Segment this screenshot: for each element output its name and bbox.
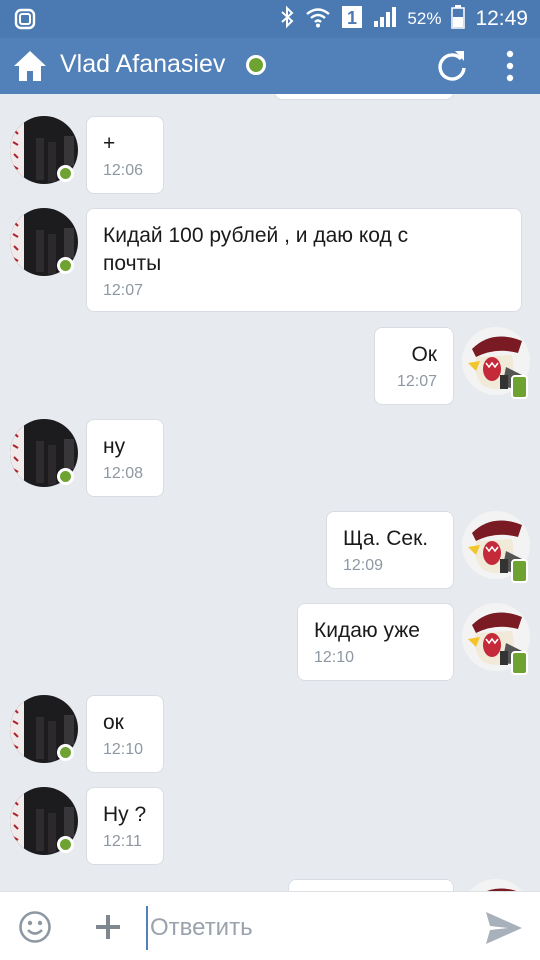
send-button[interactable] xyxy=(484,910,524,946)
online-indicator xyxy=(57,257,74,274)
message-time: 12:10 xyxy=(314,649,355,666)
sim-number: 1 xyxy=(347,8,357,28)
message-text: Ок xyxy=(411,343,437,366)
message-bubble[interactable]: Кидай 100 рублей , и даю код с почты 12:… xyxy=(86,208,522,312)
emoji-button[interactable] xyxy=(18,910,52,944)
refresh-button[interactable] xyxy=(434,48,470,84)
emoji-icon xyxy=(19,911,51,943)
app-bar: Vlad Afanasiev xyxy=(0,38,540,94)
online-indicator xyxy=(57,468,74,485)
mobile-online-indicator xyxy=(511,559,528,583)
message-bubble[interactable]: Кидаю уже 12:10 xyxy=(297,603,454,681)
message-text: ок xyxy=(103,711,124,734)
bluetooth-icon xyxy=(279,5,295,34)
plus-icon xyxy=(96,915,120,939)
reply-input[interactable] xyxy=(146,906,456,950)
send-icon xyxy=(486,912,522,944)
message-bubble[interactable]: Ща. Сек. 12:09 xyxy=(326,511,454,589)
message-bubble[interactable]: ок 12:10 xyxy=(86,695,164,773)
message-time: 12:08 xyxy=(103,465,144,482)
message-time: 12:10 xyxy=(103,741,144,758)
attach-button[interactable] xyxy=(92,911,124,943)
message-bubble-partial xyxy=(274,94,454,100)
battery-icon xyxy=(451,4,466,34)
message-text: Кидаю уже xyxy=(314,619,420,642)
message-time: 12:07 xyxy=(103,282,144,299)
chat-title[interactable]: Vlad Afanasiev xyxy=(60,50,225,79)
message-time: 12:07 xyxy=(396,373,437,390)
clock: 12:49 xyxy=(475,7,528,30)
signal-icon xyxy=(373,6,397,33)
message-bubble[interactable]: Ок 12:07 xyxy=(374,327,454,405)
sim-icon: 1 xyxy=(341,5,363,34)
message-bubble[interactable]: Ну ? 12:11 xyxy=(86,787,164,865)
message-text: Ща. Сек. xyxy=(343,527,429,550)
online-indicator xyxy=(57,744,74,761)
mobile-online-indicator xyxy=(511,651,528,675)
message-time: 12:06 xyxy=(103,162,144,179)
home-icon xyxy=(14,51,46,81)
my-avatar-partial xyxy=(462,879,530,891)
more-button[interactable] xyxy=(496,48,524,84)
online-indicator xyxy=(57,836,74,853)
wifi-icon xyxy=(305,6,331,33)
message-text: + xyxy=(103,132,116,155)
more-vert-icon xyxy=(506,50,514,82)
message-text: ну xyxy=(103,435,126,458)
home-button[interactable] xyxy=(12,48,48,84)
message-text: Кидай 100 рублей , и даю код с xyxy=(103,224,409,247)
title-online-indicator xyxy=(246,55,266,75)
battery-percent: 52% xyxy=(407,9,442,28)
online-indicator xyxy=(57,165,74,182)
message-text-line2: почты xyxy=(103,252,162,275)
message-time: 12:11 xyxy=(103,833,142,850)
screen-icon xyxy=(14,8,36,35)
status-bar: 1 52% 12:49 xyxy=(0,0,540,38)
refresh-icon xyxy=(438,51,466,81)
message-bubble[interactable]: ну 12:08 xyxy=(86,419,164,497)
composer-bar xyxy=(0,891,540,960)
message-list[interactable]: + 12:06 Кидай 100 рублей , и даю код с п… xyxy=(0,94,540,891)
message-text: Ну ? xyxy=(103,803,147,826)
message-time: 12:09 xyxy=(343,557,384,574)
message-bubble[interactable]: + 12:06 xyxy=(86,116,164,194)
message-bubble-partial xyxy=(288,879,454,891)
mobile-online-indicator xyxy=(511,375,528,399)
